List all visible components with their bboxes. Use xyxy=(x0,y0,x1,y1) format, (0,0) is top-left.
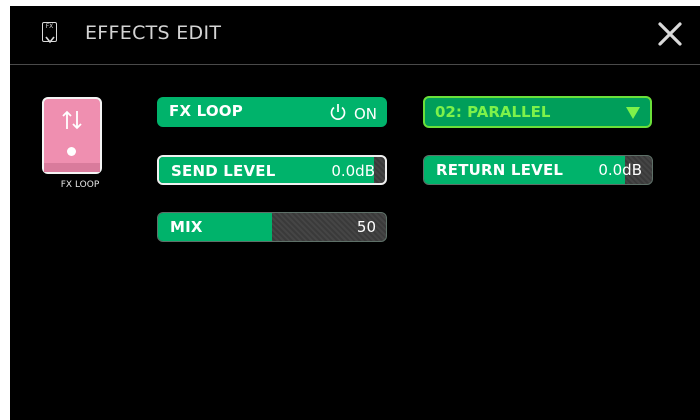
return-level-slider[interactable]: RETURN LEVEL 0.0dB xyxy=(423,155,653,185)
effect-tile-label: FX LOOP xyxy=(60,180,100,190)
page-title: EFFECTS EDIT xyxy=(85,22,222,44)
header-divider xyxy=(10,64,700,65)
mode-select-value: 02: PARALLEL xyxy=(435,103,551,121)
header-bar: FX EFFECTS EDIT xyxy=(10,6,700,64)
return-level-value: 0.0dB xyxy=(598,161,642,179)
fx-loop-effect-tile[interactable] xyxy=(42,97,102,174)
effects-edit-screen: FX EFFECTS EDIT FX LOOP FX LOOP ON 02: P… xyxy=(10,6,700,420)
send-level-label: SEND LEVEL xyxy=(171,162,276,180)
power-state-text: ON xyxy=(353,105,377,123)
send-level-slider[interactable]: SEND LEVEL 0.0dB xyxy=(157,155,387,185)
swap-arrows-icon xyxy=(44,109,100,135)
send-level-value: 0.0dB xyxy=(331,162,375,180)
power-state: ON xyxy=(328,102,377,126)
fx-loop-toggle[interactable]: FX LOOP ON xyxy=(157,97,387,127)
dropdown-triangle-icon xyxy=(626,107,640,119)
mix-slider[interactable]: MIX 50 xyxy=(157,212,387,242)
fx-loop-label: FX LOOP xyxy=(169,102,243,120)
knob-icon xyxy=(67,147,76,156)
mix-value: 50 xyxy=(356,218,376,236)
down-arrow-icon xyxy=(43,30,56,49)
power-icon xyxy=(328,102,348,126)
return-level-label: RETURN LEVEL xyxy=(436,161,564,179)
mode-select[interactable]: 02: PARALLEL xyxy=(423,96,652,128)
mix-label: MIX xyxy=(170,218,203,236)
close-icon[interactable] xyxy=(655,16,685,52)
fx-icon: FX xyxy=(42,22,57,44)
tile-base xyxy=(44,163,100,172)
